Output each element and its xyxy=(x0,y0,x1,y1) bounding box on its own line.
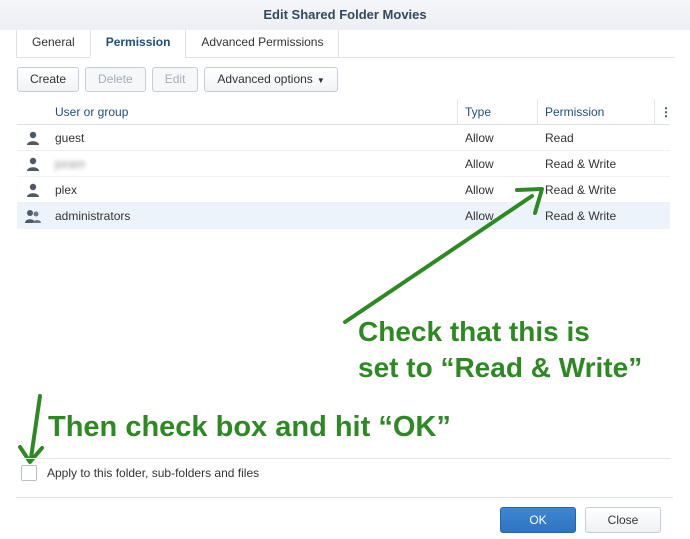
annotation-line-1: Check that this is xyxy=(358,316,590,347)
annotation-then-check: Then check box and hit “OK” xyxy=(48,411,451,443)
advanced-options-label: Advanced options xyxy=(217,72,313,86)
header-permission[interactable]: Permission xyxy=(538,99,655,124)
ok-button[interactable]: OK xyxy=(500,507,576,533)
advanced-options-button[interactable]: Advanced options ▼ xyxy=(204,67,338,92)
row-type: Allow xyxy=(465,131,494,145)
user-icon xyxy=(17,151,48,177)
header-icon-column xyxy=(17,99,48,124)
table-row[interactable]: joram Allow Read & Write xyxy=(17,151,670,177)
group-icon xyxy=(17,203,48,229)
footer-divider xyxy=(16,497,673,498)
tab-permission[interactable]: Permission xyxy=(89,30,186,58)
annotation-line-2: set to “Read & Write” xyxy=(358,352,643,383)
row-user-name: administrators xyxy=(55,209,131,223)
row-user-name: plex xyxy=(55,183,78,197)
column-menu-icon[interactable]: ⋮ xyxy=(655,99,670,124)
header-type[interactable]: Type xyxy=(458,99,538,124)
edit-button[interactable]: Edit xyxy=(151,67,199,92)
create-button[interactable]: Create xyxy=(17,67,80,92)
caret-down-icon: ▼ xyxy=(316,76,325,85)
header-user-or-group[interactable]: User or group xyxy=(48,99,458,124)
apply-row: Apply to this folder, sub-folders and fi… xyxy=(21,458,671,481)
arrow-to-checkbox-line xyxy=(29,394,42,460)
row-permission: Read xyxy=(545,131,574,145)
permission-grid: User or group Type Permission ⋮ guest Al… xyxy=(17,99,670,229)
apply-label[interactable]: Apply to this folder, sub-folders and fi… xyxy=(47,466,259,480)
row-user-name: guest xyxy=(55,131,85,145)
tab-advanced-permissions[interactable]: Advanced Permissions xyxy=(185,30,340,58)
row-permission: Read & Write xyxy=(545,209,617,223)
grid-header: User or group Type Permission ⋮ xyxy=(17,99,670,125)
row-type: Allow xyxy=(465,183,494,197)
row-user-name: joram xyxy=(55,157,86,171)
user-icon xyxy=(17,177,48,203)
table-row[interactable]: administrators Allow Read & Write xyxy=(17,203,670,229)
table-row[interactable]: plex Allow Read & Write xyxy=(17,177,670,203)
delete-button[interactable]: Delete xyxy=(85,67,146,92)
row-type: Allow xyxy=(465,209,494,223)
row-permission: Read & Write xyxy=(545,157,617,171)
user-icon xyxy=(17,125,48,151)
table-row[interactable]: guest Allow Read xyxy=(17,125,670,151)
toolbar: Create Delete Edit Advanced options ▼ xyxy=(17,67,338,92)
window-title: Edit Shared Folder Movies xyxy=(0,0,690,30)
row-type: Allow xyxy=(465,157,494,171)
tab-bar: General Permission Advanced Permissions xyxy=(16,30,674,58)
row-permission: Read & Write xyxy=(545,183,617,197)
annotation-check-read-write: Check that this is set to “Read & Write” xyxy=(358,314,678,386)
apply-checkbox[interactable] xyxy=(21,465,37,481)
tab-general[interactable]: General xyxy=(16,30,90,58)
close-button[interactable]: Close xyxy=(585,507,661,533)
